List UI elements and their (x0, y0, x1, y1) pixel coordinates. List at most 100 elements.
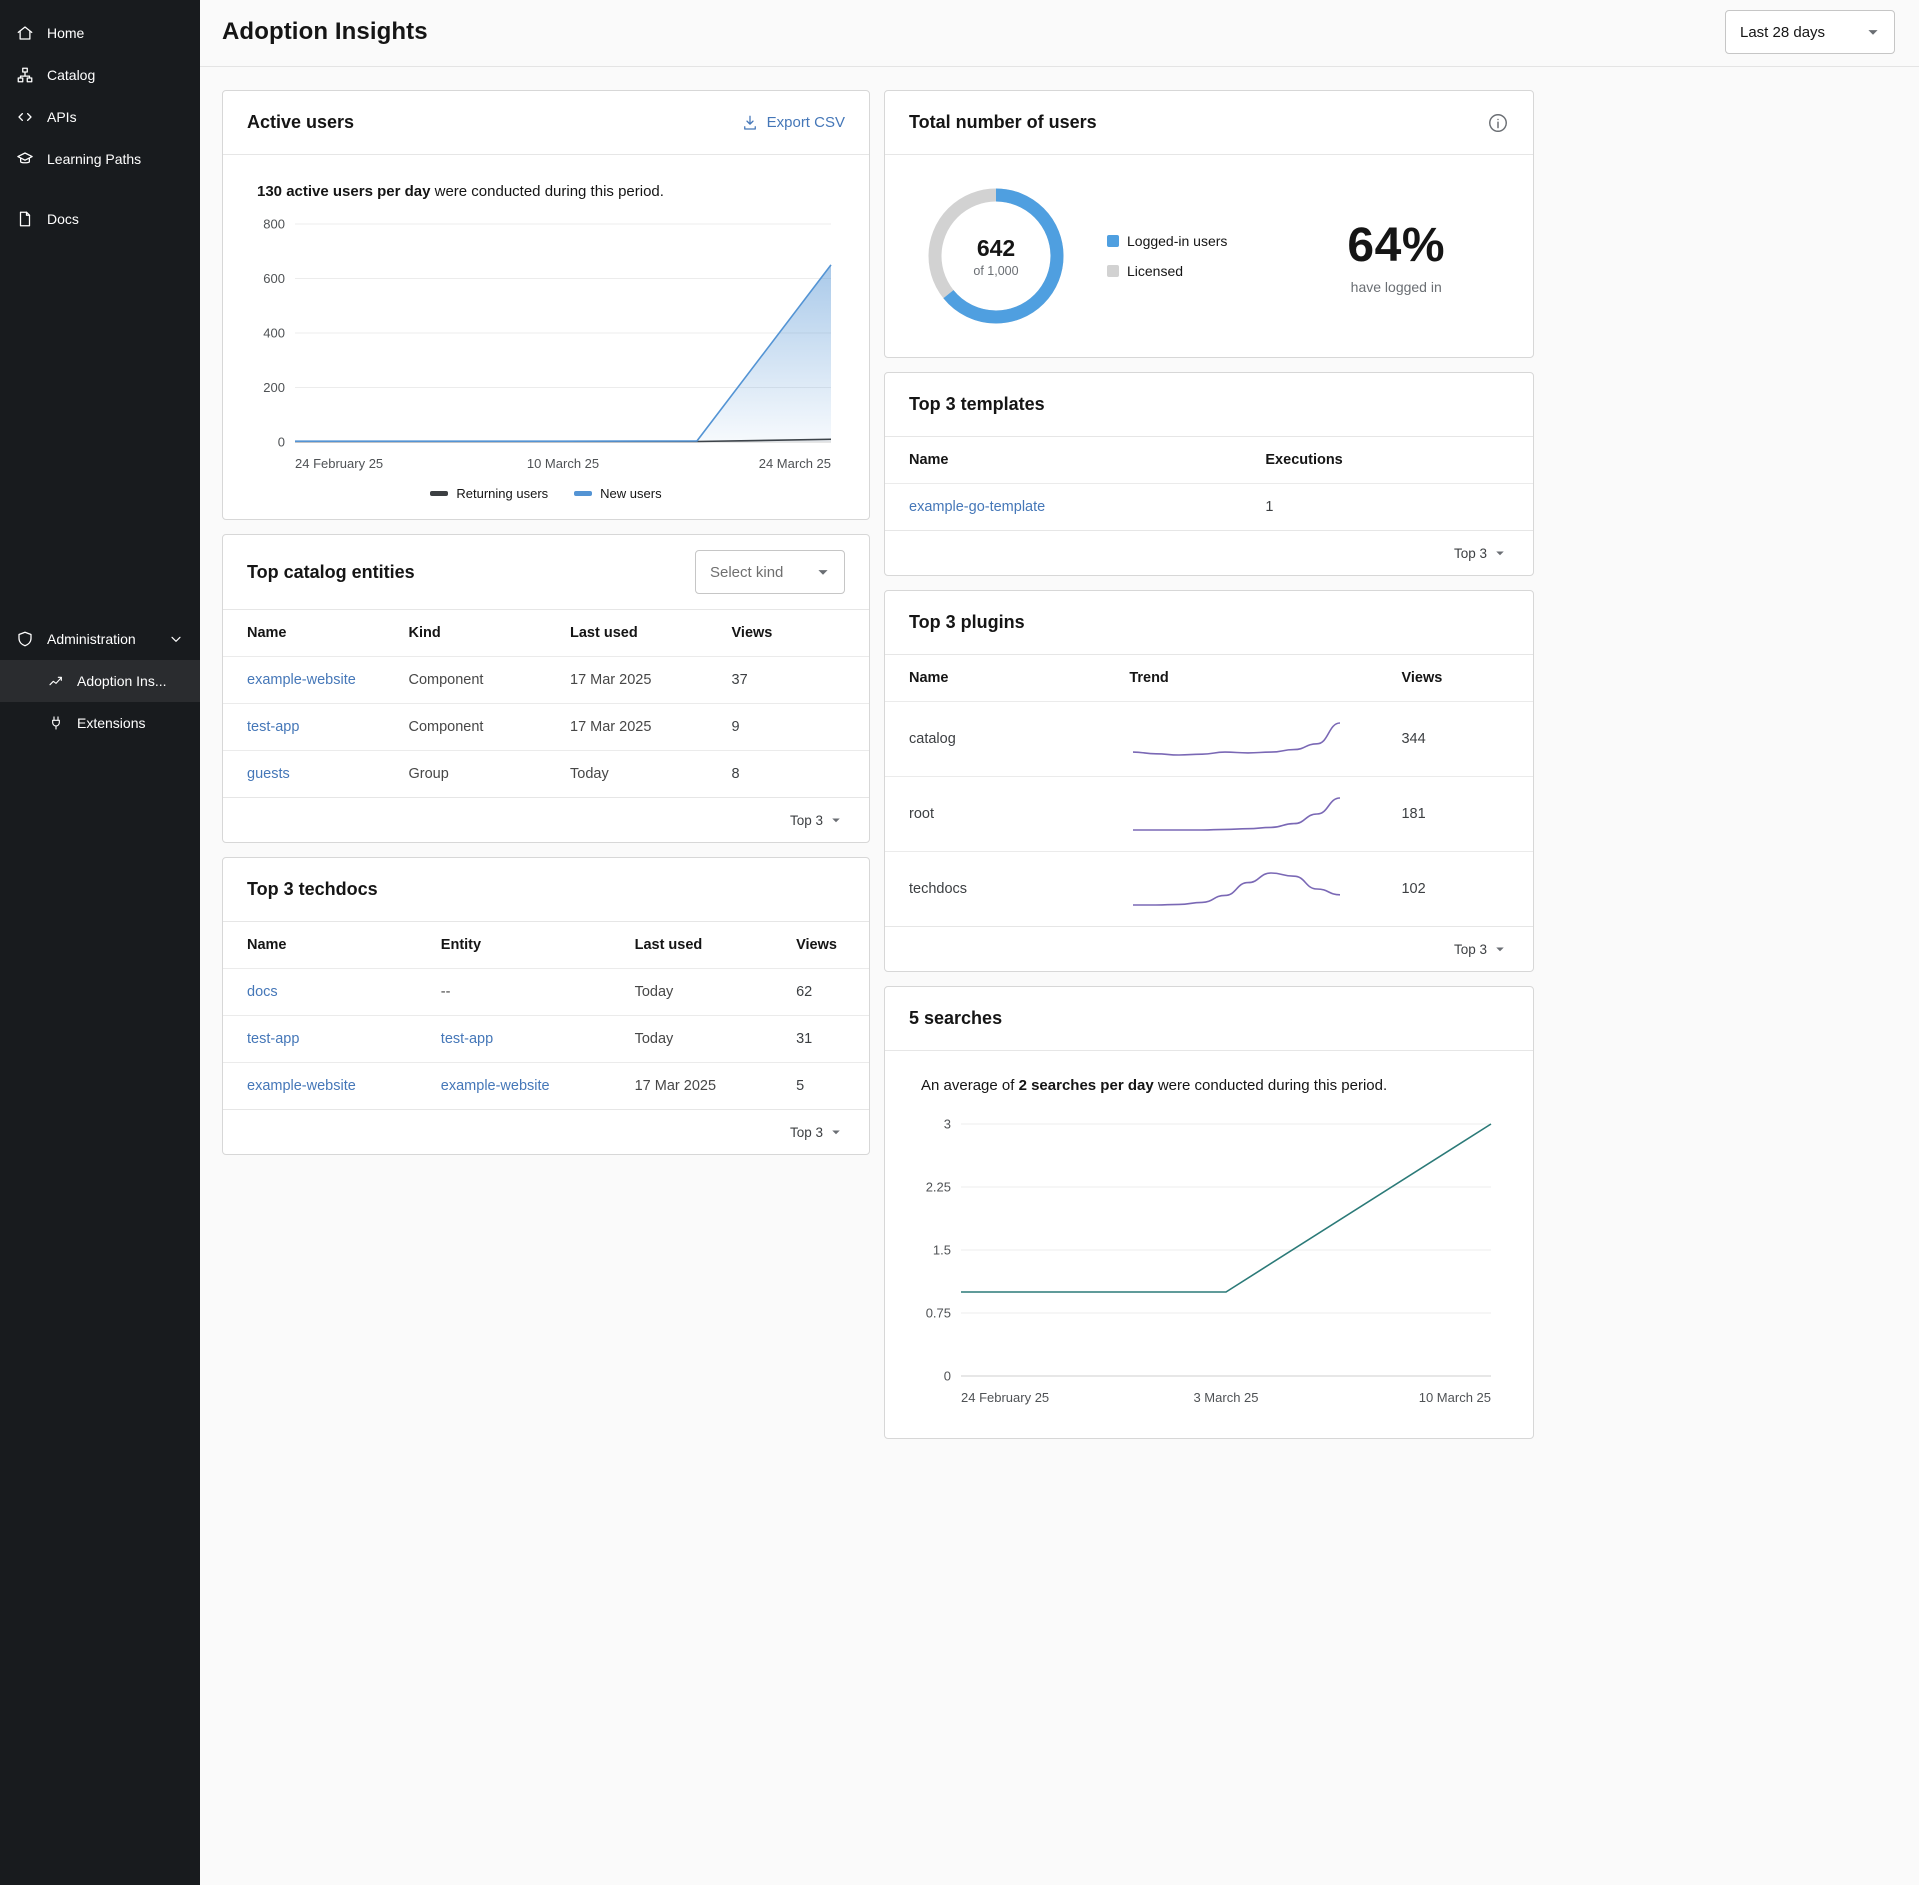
extensions-icon (48, 715, 64, 731)
total-users-card: Total number of users 642 of 1,000 (884, 90, 1534, 358)
docs-icon (16, 210, 34, 228)
sidebar-item-apis[interactable]: APIs (0, 96, 200, 138)
top3-select[interactable]: Top 3 (790, 1123, 845, 1141)
svg-text:24 February 25: 24 February 25 (961, 1390, 1049, 1405)
sidebar-item-learning-paths[interactable]: Learning Paths (0, 138, 200, 180)
legend-swatch (574, 491, 592, 496)
download-icon (741, 114, 759, 132)
top3-select[interactable]: Top 3 (790, 811, 845, 829)
cell-last-used: 17 Mar 2025 (546, 704, 708, 751)
card-footer: Top 3 (223, 797, 869, 842)
top-plugins-header: Top 3 plugins (885, 591, 1533, 655)
shield-icon (16, 630, 34, 648)
sparkline-techdocs (1129, 867, 1344, 911)
column-header: Kind (385, 610, 547, 657)
techdoc-link[interactable]: example-website (247, 1078, 356, 1094)
table-header-row: Name Entity Last used Views (223, 922, 869, 969)
svg-text:3 March 25: 3 March 25 (1193, 1390, 1258, 1405)
top-templates-card: Top 3 templates Name Executions example-… (884, 372, 1534, 576)
sidebar-item-home[interactable]: Home (0, 12, 200, 54)
dashboard-grid: Active users Export CSV 130 active users… (200, 67, 1919, 1499)
template-link[interactable]: example-go-template (909, 499, 1045, 515)
active-users-card-header: Active users Export CSV (223, 91, 869, 155)
cell-views: 31 (772, 1016, 869, 1063)
select-caret-icon (1862, 21, 1884, 43)
techdocs-table: Name Entity Last used Views docs -- Toda… (223, 922, 869, 1109)
legend-label: New users (600, 486, 661, 501)
table-header-row: Name Trend Views (885, 655, 1533, 702)
cell-views: 344 (1377, 702, 1533, 777)
sidebar-item-label: Extensions (77, 713, 145, 733)
svg-text:10 March 25: 10 March 25 (527, 456, 599, 471)
export-csv-button[interactable]: Export CSV (741, 114, 845, 132)
total-users-legend: Logged-in users Licensed (1107, 233, 1227, 279)
cell-views: 8 (708, 751, 870, 798)
kind-select[interactable]: Select kind (695, 550, 845, 594)
top3-select[interactable]: Top 3 (1454, 544, 1509, 562)
searches-card: 5 searches An average of 2 searches per … (884, 986, 1534, 1439)
svg-text:0: 0 (278, 435, 285, 450)
column-header: Entity (417, 922, 611, 969)
plugins-table: Name Trend Views catalog 344 root (885, 655, 1533, 926)
sidebar-divider (0, 180, 200, 198)
select-caret-icon (1491, 940, 1509, 958)
column-header: Trend (1105, 655, 1377, 702)
sidebar-item-adoption-insights[interactable]: Adoption Ins... (0, 660, 200, 702)
sparkline-root (1129, 792, 1344, 836)
sidebar-item-administration[interactable]: Administration (0, 618, 200, 660)
page-header: Adoption Insights Last 28 days (200, 0, 1919, 67)
active-users-card-body: 130 active users per day were conducted … (223, 155, 869, 519)
info-icon[interactable] (1487, 112, 1509, 134)
entity-link[interactable]: test-app (247, 719, 299, 735)
date-range-select[interactable]: Last 28 days (1725, 10, 1895, 54)
svg-text:3: 3 (944, 1117, 951, 1132)
cell-last-used: 17 Mar 2025 (546, 657, 708, 704)
card-title: Top 3 templates (909, 394, 1045, 415)
column-header: Views (1377, 655, 1533, 702)
techdoc-link[interactable]: test-app (247, 1031, 299, 1047)
kind-select-placeholder: Select kind (710, 564, 783, 581)
cell-plugin-name: root (885, 777, 1105, 852)
cell-kind: Component (385, 657, 547, 704)
searches-header: 5 searches (885, 987, 1533, 1051)
cell-kind: Component (385, 704, 547, 751)
svg-text:800: 800 (263, 217, 285, 232)
card-title: Top 3 plugins (909, 612, 1025, 633)
sidebar-item-label: Docs (47, 209, 79, 229)
entity-link[interactable]: example-website (441, 1078, 550, 1094)
select-caret-icon (827, 811, 845, 829)
column-header: Last used (611, 922, 773, 969)
svg-text:200: 200 (263, 380, 285, 395)
top-catalog-entities-card: Top catalog entities Select kind Name Ki… (222, 534, 870, 843)
cell-views: 62 (772, 969, 869, 1016)
cell-views: 181 (1377, 777, 1533, 852)
table-row: root 181 (885, 777, 1533, 852)
table-row: example-website Component 17 Mar 2025 37 (223, 657, 869, 704)
sidebar-item-docs[interactable]: Docs (0, 198, 200, 240)
sidebar-item-catalog[interactable]: Catalog (0, 54, 200, 96)
table-row: example-go-template 1 (885, 484, 1533, 531)
svg-text:600: 600 (263, 271, 285, 286)
sidebar-item-label: Adoption Ins... (77, 671, 167, 691)
cell-last-used: Today (611, 969, 773, 1016)
sidebar-item-extensions[interactable]: Extensions (0, 702, 200, 744)
top3-label: Top 3 (790, 1125, 823, 1140)
entity-link[interactable]: guests (247, 766, 290, 782)
top3-select[interactable]: Top 3 (1454, 940, 1509, 958)
left-column: Active users Export CSV 130 active users… (222, 90, 870, 1155)
svg-text:24 March 25: 24 March 25 (759, 456, 831, 471)
top-techdocs-card: Top 3 techdocs Name Entity Last used Vie… (222, 857, 870, 1155)
entity-link[interactable]: example-website (247, 672, 356, 688)
cell-kind: Group (385, 751, 547, 798)
cell-plugin-name: catalog (885, 702, 1105, 777)
adoption-insights-icon (48, 673, 64, 689)
card-footer: Top 3 (885, 926, 1533, 971)
column-header: Name (223, 922, 417, 969)
table-row: docs -- Today 62 (223, 969, 869, 1016)
top3-label: Top 3 (1454, 546, 1487, 561)
catalog-icon (16, 66, 34, 84)
cell-views: 102 (1377, 852, 1533, 927)
entity-link[interactable]: test-app (441, 1031, 493, 1047)
techdoc-link[interactable]: docs (247, 984, 278, 1000)
summary-text: An average of 2 searches per day were co… (921, 1077, 1505, 1094)
